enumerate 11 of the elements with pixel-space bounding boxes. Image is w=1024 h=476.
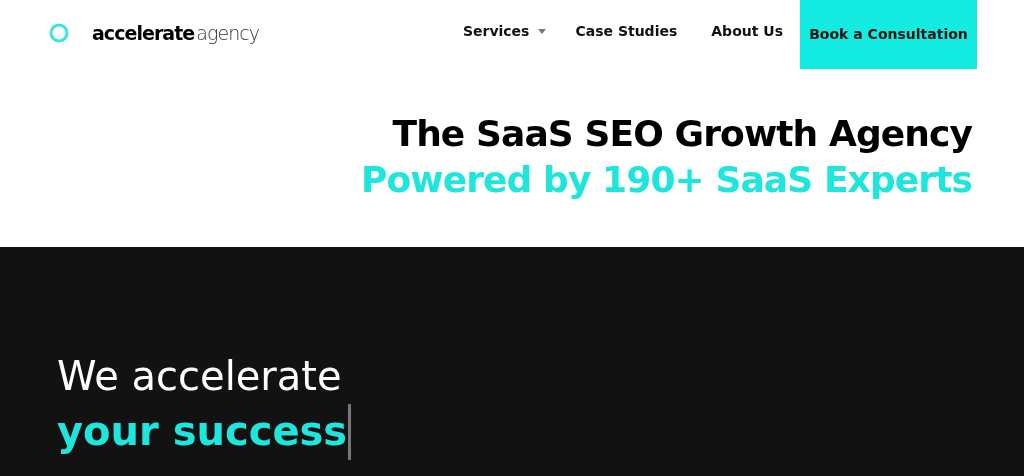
hero-heading-highlight: your success — [57, 407, 348, 455]
caret-icon[interactable] — [538, 28, 547, 34]
consultation-button[interactable]: Book a Consultation — [800, 0, 977, 69]
hero-heading: We accelerate — [57, 352, 343, 401]
logo-wordmark[interactable]: accelerateagency — [92, 18, 260, 48]
nav-link[interactable]: Case Studies — [558, 20, 695, 42]
agency-subheading: Powered by 190+ SaaS Experts — [360, 158, 972, 202]
nav-link[interactable]: About Us — [694, 20, 800, 42]
agency-heading: The SaaS SEO Growth Agency — [392, 112, 972, 156]
nav-link[interactable]: Services — [445, 20, 547, 42]
ring-logo-icon — [48, 22, 70, 44]
